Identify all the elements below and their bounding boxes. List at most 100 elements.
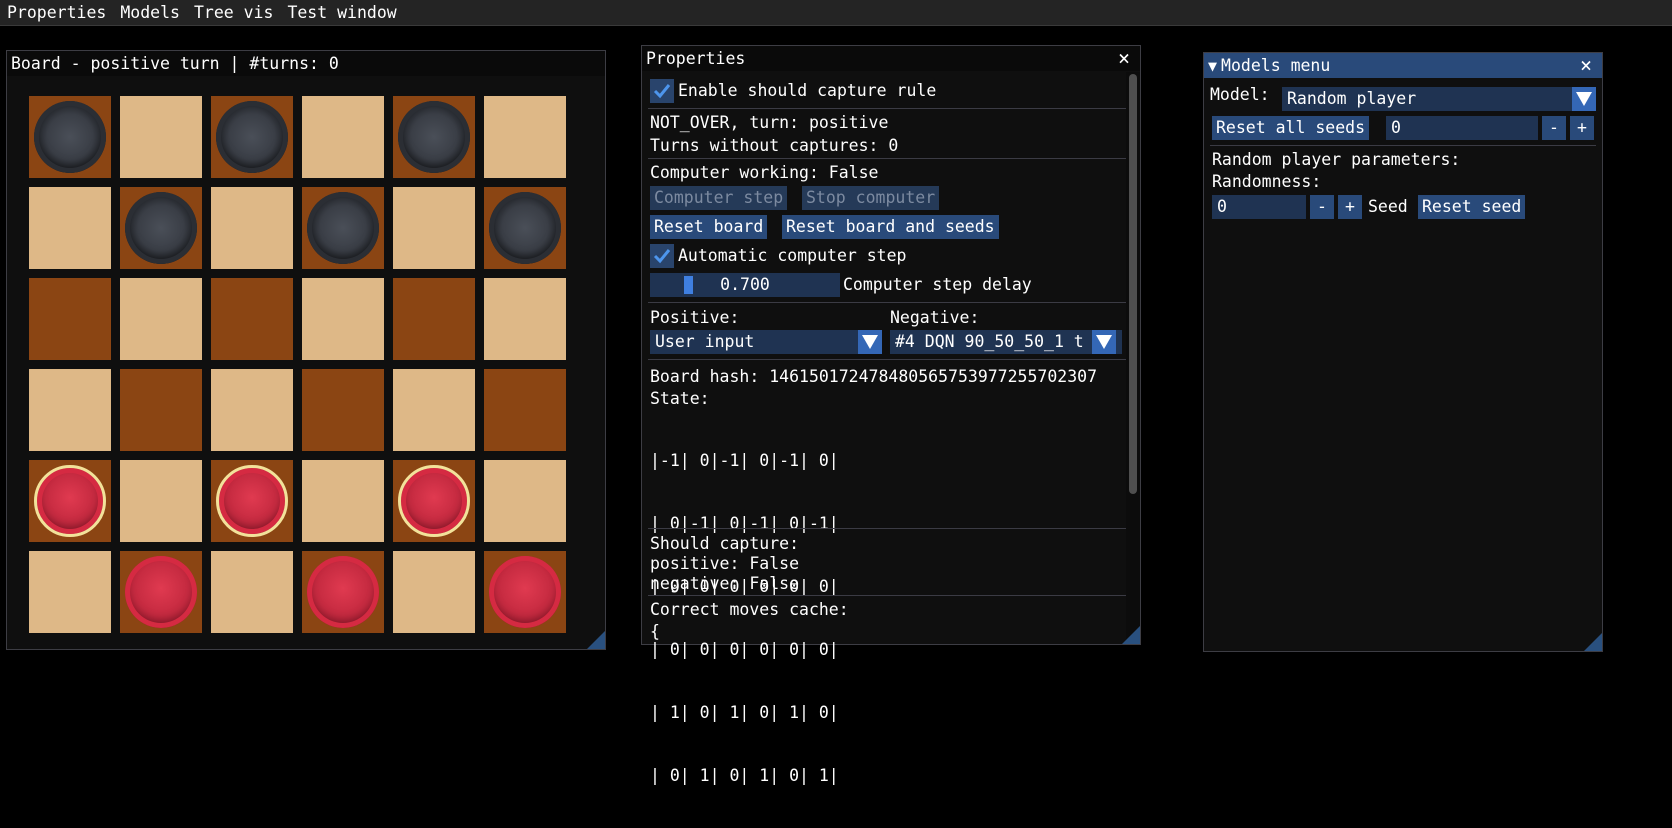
red-piece[interactable] [489, 556, 561, 628]
board-square[interactable] [302, 96, 384, 178]
board-square[interactable] [302, 278, 384, 360]
board-square[interactable] [302, 551, 384, 633]
board-resize-grip[interactable] [587, 631, 605, 649]
black-piece[interactable] [216, 101, 288, 173]
randomness-increment-button[interactable]: + [1338, 195, 1362, 219]
board-square[interactable] [120, 96, 202, 178]
board-square[interactable] [484, 96, 566, 178]
properties-window: Properties × Enable should capture rule … [641, 45, 1141, 785]
properties-scrollbar[interactable] [1126, 72, 1140, 644]
menu-tree-vis[interactable]: Tree vis [187, 0, 280, 25]
separator [648, 528, 1126, 529]
board-square[interactable] [29, 96, 111, 178]
positive-capture-status: positive: False [650, 554, 800, 573]
board-square[interactable] [484, 369, 566, 451]
red-piece[interactable] [125, 556, 197, 628]
board-square[interactable] [211, 460, 293, 542]
board-square[interactable] [393, 460, 475, 542]
black-piece[interactable] [489, 192, 561, 264]
board-square[interactable] [211, 369, 293, 451]
seed-label: Seed [1368, 197, 1408, 216]
board-square[interactable] [393, 187, 475, 269]
board-square[interactable] [211, 278, 293, 360]
state-label: State: [650, 389, 710, 408]
board-square[interactable] [302, 187, 384, 269]
menu-test-window[interactable]: Test window [280, 0, 403, 25]
board-square[interactable] [29, 460, 111, 542]
model-select[interactable]: Random player [1282, 87, 1596, 111]
enable-capture-checkbox[interactable] [650, 79, 674, 103]
collapse-icon[interactable]: ▼ [1208, 57, 1217, 75]
scrollbar-grab[interactable] [1129, 74, 1137, 494]
model-value: Random player [1287, 89, 1417, 108]
step-delay-slider[interactable]: 0.700 [650, 273, 840, 297]
red-piece-movable[interactable] [216, 465, 288, 537]
board-square[interactable] [393, 551, 475, 633]
board-square[interactable] [120, 278, 202, 360]
checkmark-icon [653, 84, 671, 99]
automatic-step-checkbox[interactable] [650, 244, 674, 268]
board-square[interactable] [29, 278, 111, 360]
board-square[interactable] [29, 187, 111, 269]
properties-titlebar[interactable]: Properties [642, 46, 1140, 71]
close-icon[interactable]: × [1576, 55, 1596, 75]
board-square[interactable] [484, 187, 566, 269]
chevron-down-icon [862, 335, 878, 349]
negative-dropdown-arrow[interactable] [1092, 330, 1116, 354]
close-icon[interactable]: × [1114, 48, 1134, 68]
positive-dropdown-arrow[interactable] [858, 330, 882, 354]
board-square[interactable] [484, 460, 566, 542]
model-dropdown-arrow[interactable] [1572, 87, 1596, 111]
board-window-titlebar[interactable]: Board - positive turn | #turns: 0 [7, 51, 605, 76]
enable-capture-label: Enable should capture rule [678, 81, 937, 100]
board-square[interactable] [393, 96, 475, 178]
computer-working-status: Computer working: False [650, 163, 879, 182]
board-square[interactable] [120, 187, 202, 269]
board-square[interactable] [120, 460, 202, 542]
board-square[interactable] [393, 369, 475, 451]
stop-computer-button[interactable]: Stop computer [802, 186, 940, 210]
board-square[interactable] [211, 551, 293, 633]
random-params-label: Random player parameters: [1212, 150, 1461, 169]
negative-player-select[interactable]: #4 DQN 90_50_50_1 t [890, 330, 1122, 354]
board-square[interactable] [29, 369, 111, 451]
board-square[interactable] [120, 551, 202, 633]
seeds-decrement-button[interactable]: - [1542, 116, 1566, 140]
black-piece[interactable] [34, 101, 106, 173]
black-piece[interactable] [125, 192, 197, 264]
reset-board-and-seeds-button[interactable]: Reset board and seeds [782, 215, 999, 239]
menu-models[interactable]: Models [113, 0, 187, 25]
reset-board-button[interactable]: Reset board [650, 215, 768, 239]
menu-bar: Properties Models Tree vis Test window [0, 0, 1672, 26]
red-piece-movable[interactable] [398, 465, 470, 537]
board-square[interactable] [484, 278, 566, 360]
reset-seed-button[interactable]: Reset seed [1418, 195, 1526, 219]
models-resize-grip[interactable] [1584, 633, 1602, 651]
reset-all-seeds-button[interactable]: Reset all seeds [1212, 116, 1370, 140]
board-square[interactable] [393, 278, 475, 360]
computer-step-button[interactable]: Computer step [650, 186, 788, 210]
red-piece-movable[interactable] [34, 465, 106, 537]
board-window-title: Board - positive turn | #turns: 0 [11, 54, 339, 73]
chevron-down-icon [1576, 92, 1592, 106]
board-square[interactable] [211, 96, 293, 178]
properties-resize-grip[interactable] [1122, 626, 1140, 644]
board-square[interactable] [120, 369, 202, 451]
black-piece[interactable] [398, 101, 470, 173]
menu-properties[interactable]: Properties [0, 0, 113, 25]
seeds-input[interactable]: 0 [1386, 116, 1538, 140]
board-square[interactable] [302, 460, 384, 542]
seeds-increment-button[interactable]: + [1570, 116, 1594, 140]
board-square[interactable] [484, 551, 566, 633]
black-piece[interactable] [307, 192, 379, 264]
models-titlebar[interactable]: ▼ Models menu [1204, 53, 1602, 78]
board-square[interactable] [29, 551, 111, 633]
models-window: ▼ Models menu × Model: Random player Res… [1203, 52, 1603, 652]
board-square[interactable] [211, 187, 293, 269]
positive-player-select[interactable]: User input [650, 330, 882, 354]
red-piece[interactable] [307, 556, 379, 628]
randomness-decrement-button[interactable]: - [1310, 195, 1334, 219]
negative-capture-status: negative: False [650, 574, 800, 593]
randomness-input[interactable]: 0 [1212, 195, 1306, 219]
board-square[interactable] [302, 369, 384, 451]
